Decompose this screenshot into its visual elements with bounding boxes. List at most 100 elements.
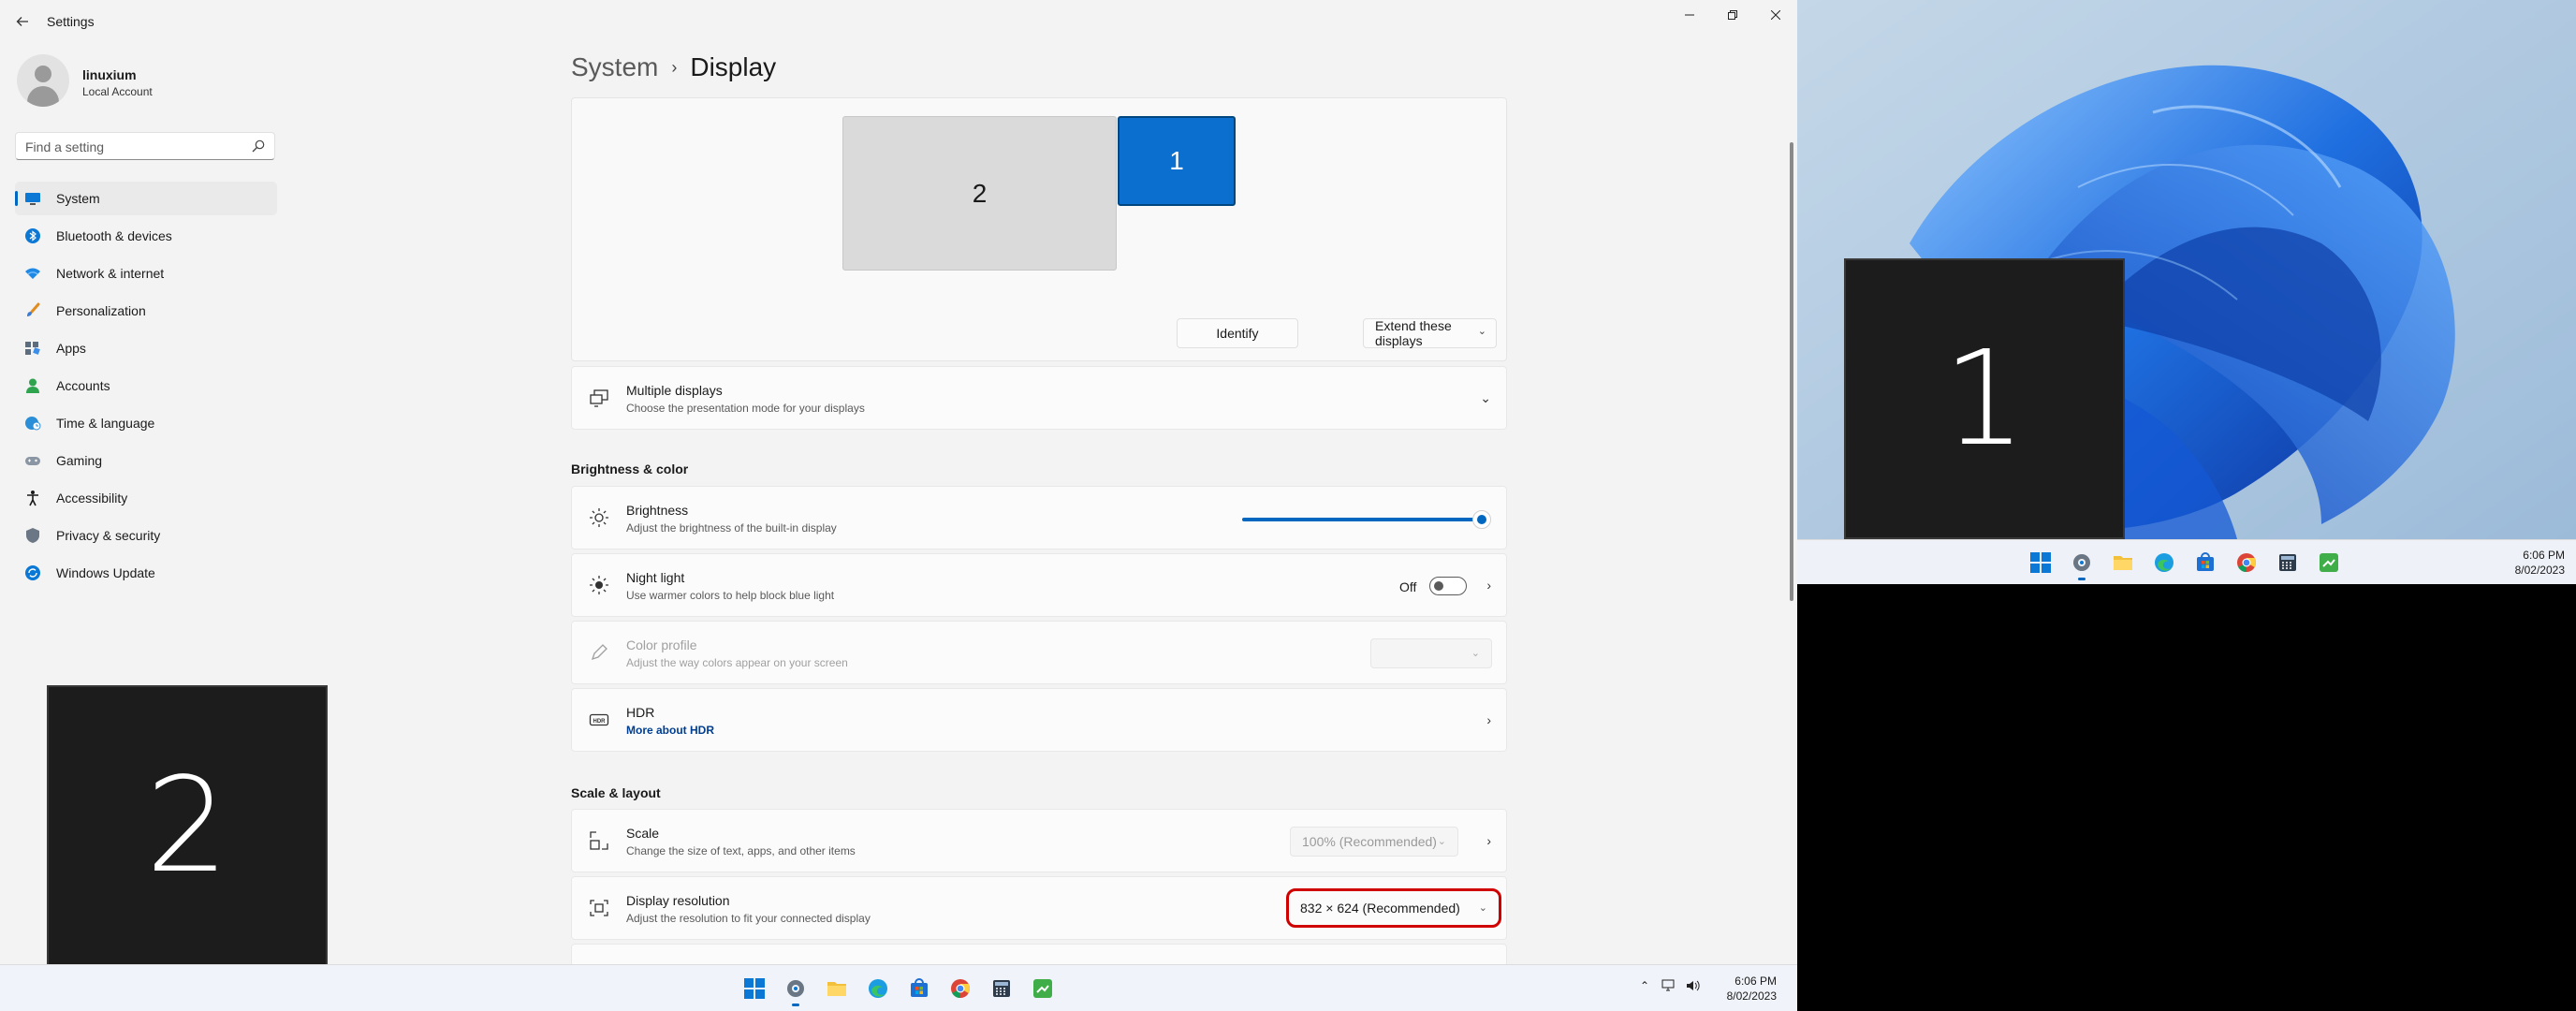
hdr-row[interactable]: HDR HDR More about HDR › [571, 688, 1507, 752]
account-type: Local Account [82, 85, 153, 98]
sidebar-item-apps[interactable]: Apps [15, 331, 277, 365]
edge-icon[interactable] [2144, 542, 2185, 583]
chevron-right-icon: › [1486, 578, 1491, 593]
sidebar-item-label: Privacy & security [56, 528, 161, 543]
maximize-button[interactable] [1711, 0, 1754, 30]
page-title: Display [690, 52, 777, 81]
taskbar-apps [2020, 542, 2349, 583]
store-icon[interactable] [899, 968, 940, 1009]
identify-overlay-1: 1 [1844, 258, 2125, 539]
edge-icon[interactable] [857, 968, 899, 1009]
store-icon[interactable] [2185, 542, 2226, 583]
row-subtitle: Adjust the way colors appear on your scr… [626, 656, 848, 669]
identify-button[interactable]: Identify [1177, 318, 1298, 348]
chevron-right-icon: › [1486, 833, 1491, 848]
search-input[interactable] [25, 138, 241, 156]
multiple-displays-icon [590, 389, 608, 407]
chevron-up-icon[interactable]: ⌃ [1640, 979, 1649, 992]
next-setting-row [571, 944, 1507, 964]
close-button[interactable] [1754, 0, 1797, 30]
slider-thumb[interactable] [1472, 510, 1491, 529]
multiple-displays-row[interactable]: Multiple displays Choose the presentatio… [571, 366, 1507, 430]
scale-row[interactable]: Scale Change the size of text, apps, and… [571, 809, 1507, 872]
sidebar-item-gaming[interactable]: Gaming [15, 444, 277, 477]
sidebar-item-accounts[interactable]: Accounts [15, 369, 277, 403]
brightness-row: Brightness Adjust the brightness of the … [571, 486, 1507, 549]
section-heading: Scale & layout [571, 785, 661, 800]
unused-screen-area [1797, 584, 2576, 1011]
chevron-down-icon: ⌄ [1477, 326, 1486, 337]
sidebar-item-windows-update[interactable]: Windows Update [15, 556, 277, 590]
remote-app-icon[interactable] [2308, 542, 2349, 583]
night-light-toggle[interactable] [1429, 577, 1467, 595]
taskbar-apps [734, 968, 1063, 1009]
more-about-hdr-link[interactable]: More about HDR [626, 724, 714, 737]
scale-icon [590, 831, 608, 850]
sidebar-item-bluetooth[interactable]: Bluetooth & devices [15, 219, 277, 253]
clock[interactable]: 6:06 PM 8/02/2023 [2490, 548, 2565, 578]
row-title: Scale [626, 826, 660, 841]
display-resolution-dropdown[interactable]: 832 × 624 (Recommended) ⌄ [1286, 888, 1501, 928]
network-icon[interactable] [1661, 978, 1676, 993]
app-title: Settings [47, 14, 95, 29]
title-bar: Settings [0, 0, 1797, 45]
scrollbar[interactable] [1790, 142, 1793, 601]
bluetooth-icon [25, 228, 40, 243]
shield-icon [26, 528, 39, 543]
search-box[interactable] [15, 132, 275, 160]
display-arrangement: 2 1 Identify Extend these displays ⌄ [571, 97, 1507, 361]
sidebar-item-personalization[interactable]: Personalization [15, 294, 277, 328]
calculator-icon[interactable] [981, 968, 1022, 1009]
clock-date: 8/02/2023 [2514, 564, 2565, 577]
sidebar-item-time-language[interactable]: Time & language [15, 406, 277, 440]
brush-icon [27, 302, 40, 316]
start-icon[interactable] [734, 968, 775, 1009]
brightness-slider[interactable] [1242, 510, 1491, 529]
taskbar: ⌃ 6:06 PM 8/02/2023 [0, 964, 1797, 1011]
remote-app-icon[interactable] [1022, 968, 1063, 1009]
file-explorer-icon[interactable] [816, 968, 857, 1009]
clock[interactable]: 6:06 PM 8/02/2023 [1709, 974, 1777, 1004]
settings-app-icon[interactable] [775, 968, 816, 1009]
sidebar-nav: System Bluetooth & devices Network & int… [15, 182, 277, 593]
avatar[interactable] [17, 54, 69, 107]
row-title: HDR [626, 705, 655, 720]
chevron-down-icon: ⌄ [1471, 648, 1480, 659]
chevron-down-icon: ⌄ [1478, 902, 1487, 914]
volume-icon[interactable] [1685, 978, 1700, 993]
row-title: Multiple displays [626, 383, 723, 398]
chrome-icon[interactable] [940, 968, 981, 1009]
settings-app-icon[interactable] [2061, 542, 2102, 583]
sidebar-item-label: Accounts [56, 378, 110, 393]
sidebar-item-system[interactable]: System [15, 182, 277, 215]
breadcrumb-parent[interactable]: System [571, 52, 658, 82]
minimize-button[interactable] [1668, 0, 1711, 30]
sidebar-item-network[interactable]: Network & internet [15, 256, 277, 290]
dropdown-value: 832 × 624 (Recommended) [1300, 901, 1460, 916]
sidebar-item-label: Gaming [56, 453, 103, 468]
start-icon[interactable] [2020, 542, 2061, 583]
display-resolution-row: Display resolution Adjust the resolution… [571, 876, 1507, 940]
search-icon[interactable] [252, 139, 265, 153]
apps-icon [25, 342, 40, 355]
monitor-1-tile[interactable]: 1 [1118, 116, 1236, 206]
identify-overlay-2: 2 [47, 685, 328, 966]
sidebar-item-accessibility[interactable]: Accessibility [15, 481, 277, 515]
monitor-2-tile[interactable]: 2 [842, 116, 1117, 271]
globe-clock-icon [25, 417, 41, 431]
calculator-icon[interactable] [2267, 542, 2308, 583]
sidebar-item-label: Personalization [56, 303, 146, 318]
sidebar-item-label: Time & language [56, 416, 155, 431]
chevron-right-icon: › [1486, 712, 1491, 727]
toggle-state-label: Off [1399, 579, 1417, 594]
back-arrow-icon[interactable] [9, 9, 36, 36]
display-mode-dropdown[interactable]: Extend these displays ⌄ [1363, 318, 1497, 348]
sidebar-item-label: System [56, 191, 100, 206]
hdr-icon: HDR [589, 713, 609, 726]
system-tray: ⌃ [1640, 978, 1700, 993]
sidebar-item-privacy[interactable]: Privacy & security [15, 519, 277, 552]
file-explorer-icon[interactable] [2102, 542, 2144, 583]
row-title: Night light [626, 570, 685, 585]
night-light-row[interactable]: Night light Use warmer colors to help bl… [571, 553, 1507, 617]
chrome-icon[interactable] [2226, 542, 2267, 583]
